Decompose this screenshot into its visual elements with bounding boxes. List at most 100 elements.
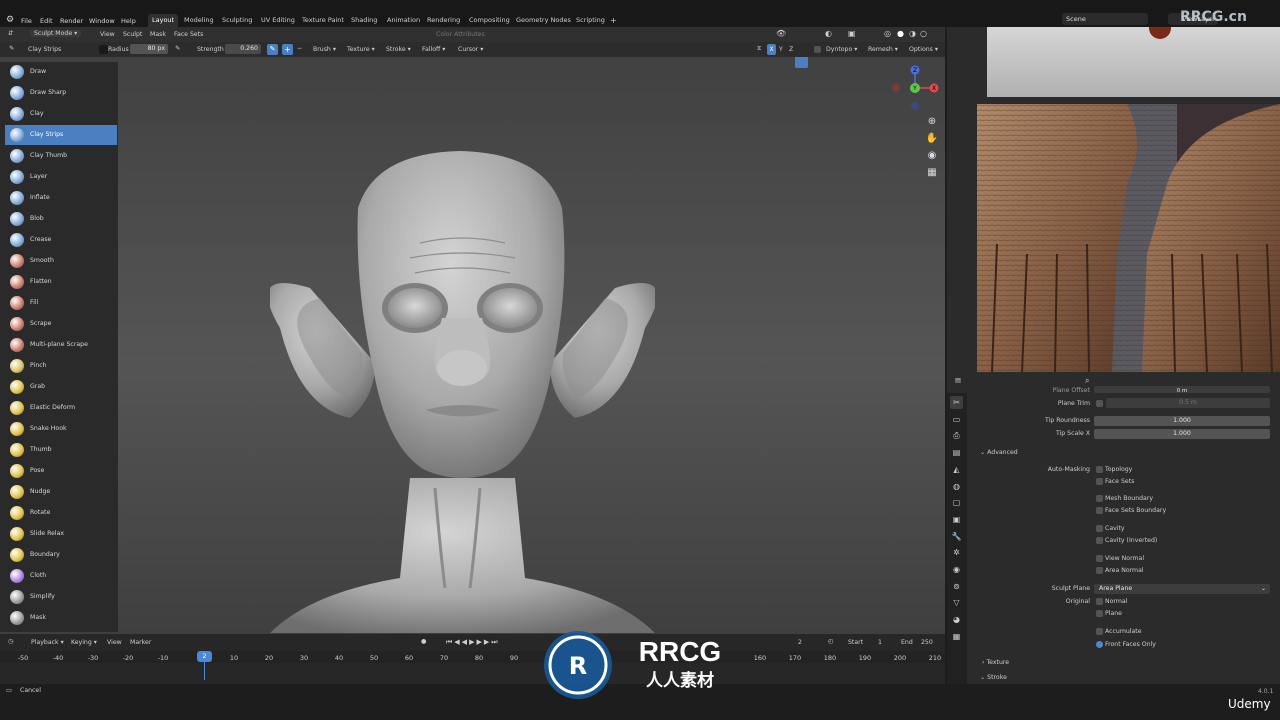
tool-grab[interactable]: Grab xyxy=(5,377,117,397)
tool-clay-strips[interactable]: Clay Strips xyxy=(5,125,117,145)
playback-controls[interactable]: ⏮◀◀▶▶▶⏭ xyxy=(446,638,500,647)
tool-pinch[interactable]: Pinch xyxy=(5,356,117,376)
brush-menu[interactable]: Brush ▾ xyxy=(313,46,336,53)
tab-layout[interactable]: Layout xyxy=(148,14,179,27)
tool-draw-sharp[interactable]: Draw Sharp xyxy=(5,83,117,103)
active-brush-name[interactable]: Clay Strips xyxy=(28,46,61,53)
tool-smooth[interactable]: Smooth xyxy=(5,251,117,271)
tab-uv-editing[interactable]: UV Editing xyxy=(257,14,299,27)
tool-fill[interactable]: Fill xyxy=(5,293,117,313)
tool-layer[interactable]: Layer xyxy=(5,167,117,187)
pan-hand-icon[interactable]: ✋ xyxy=(925,132,939,146)
tab-texture-paint[interactable]: Texture Paint xyxy=(298,14,348,27)
original-plane-checkbox[interactable] xyxy=(1096,610,1103,617)
blender-logo-icon[interactable]: ⚙ xyxy=(6,15,14,25)
texture-panel-header[interactable]: › Texture xyxy=(982,659,1009,666)
tool-icon[interactable]: ✂ xyxy=(950,396,963,409)
tool-slide-relax[interactable]: Slide Relax xyxy=(5,524,117,544)
physics-icon[interactable]: ◉ xyxy=(950,563,963,576)
color-attributes-label[interactable]: Color Attributes xyxy=(436,31,485,38)
menu-window[interactable]: Window xyxy=(89,17,115,25)
cursor-menu[interactable]: Cursor ▾ xyxy=(458,46,483,53)
mask-checkbox[interactable] xyxy=(1096,537,1103,544)
material-icon[interactable]: ◕ xyxy=(950,613,963,626)
constraints-icon[interactable]: ⊚ xyxy=(950,580,963,593)
mask-checkbox[interactable] xyxy=(1096,478,1103,485)
mask-checkbox[interactable] xyxy=(1096,567,1103,574)
wireframe-shading-icon[interactable]: ◎ xyxy=(884,29,891,38)
menu-render[interactable]: Render xyxy=(60,17,83,25)
tip-scale-field[interactable]: 1.000 xyxy=(1094,429,1270,439)
mask-checkbox[interactable] xyxy=(1096,495,1103,502)
tool-crease[interactable]: Crease xyxy=(5,230,117,250)
world-icon[interactable]: ◍ xyxy=(950,480,963,493)
menu-view[interactable]: View xyxy=(100,31,115,38)
scene-icon[interactable]: ◭ xyxy=(950,463,963,476)
advanced-panel-header[interactable]: ⌄ Advanced xyxy=(980,449,1018,456)
mask-checkbox[interactable] xyxy=(1096,507,1103,514)
tool-simplify[interactable]: Simplify xyxy=(5,587,117,607)
tab-rendering[interactable]: Rendering xyxy=(423,14,464,27)
overlay-icon[interactable]: ◐ xyxy=(825,29,832,38)
tool-draw[interactable]: Draw xyxy=(5,62,117,82)
zoom-icon[interactable]: ⊕ xyxy=(925,115,939,129)
modifier-icon[interactable]: 🔧 xyxy=(950,530,963,543)
tool-cloth[interactable]: Cloth xyxy=(5,566,117,586)
tool-rotate[interactable]: Rotate xyxy=(5,503,117,523)
record-button[interactable]: ● xyxy=(421,638,426,645)
symmetry-x-toggle[interactable]: X xyxy=(767,44,776,55)
tool-boundary[interactable]: Boundary xyxy=(5,545,117,565)
menu-face-sets[interactable]: Face Sets xyxy=(174,31,203,38)
tool-elastic-deform[interactable]: Elastic Deform xyxy=(5,398,117,418)
radius-pressure-icon[interactable]: ✎ xyxy=(175,45,180,52)
tool-nudge[interactable]: Nudge xyxy=(5,482,117,502)
object-icon[interactable]: ▣ xyxy=(950,513,963,526)
camera-icon[interactable]: ◉ xyxy=(925,149,939,163)
tab-shading[interactable]: Shading xyxy=(347,14,381,27)
stroke-menu[interactable]: Stroke ▾ xyxy=(386,46,411,53)
options-menu[interactable]: Options ▾ xyxy=(909,46,938,53)
plane-trim-checkbox[interactable] xyxy=(1096,400,1103,407)
symmetry-y-toggle[interactable]: Y xyxy=(779,46,783,53)
marker-menu[interactable]: Marker xyxy=(130,639,151,646)
plane-trim-field[interactable]: 0.5 m xyxy=(1106,398,1270,408)
particles-icon[interactable]: ✲ xyxy=(950,546,963,559)
properties-search-icon[interactable]: ⌕ xyxy=(1085,376,1089,386)
tool-inflate[interactable]: Inflate xyxy=(5,188,117,208)
tool-clay-thumb[interactable]: Clay Thumb xyxy=(5,146,117,166)
tab-modeling[interactable]: Modeling xyxy=(180,14,218,27)
brush-color-swatch[interactable] xyxy=(99,45,108,54)
remesh-menu[interactable]: Remesh ▾ xyxy=(868,46,898,53)
menu-sculpt[interactable]: Sculpt xyxy=(123,31,142,38)
texture-icon[interactable]: ▦ xyxy=(950,630,963,643)
timeline-editor-icon[interactable]: ◷ xyxy=(8,638,13,645)
output-icon[interactable]: ⎙ xyxy=(950,429,963,442)
tool-pose[interactable]: Pose xyxy=(5,461,117,481)
menu-help[interactable]: Help xyxy=(121,17,136,25)
xray-icon[interactable]: ▣ xyxy=(848,29,856,38)
sculpt-plane-dropdown[interactable]: Area Plane ⌄ xyxy=(1094,584,1270,594)
menu-edit[interactable]: Edit xyxy=(40,17,53,25)
tab-animation[interactable]: Animation xyxy=(383,14,424,27)
playhead-line[interactable] xyxy=(204,662,205,680)
playback-menu[interactable]: Playback ▾ xyxy=(31,639,64,646)
grid-view-icon[interactable]: ▦ xyxy=(925,166,939,180)
stroke-panel-header[interactable]: ⌄ Stroke xyxy=(980,674,1007,681)
tool-mask[interactable]: Mask xyxy=(5,608,117,628)
direction-subtract-icon[interactable]: − xyxy=(297,45,302,52)
start-frame-field[interactable]: 1 xyxy=(878,639,882,646)
keying-menu[interactable]: Keying ▾ xyxy=(71,639,97,646)
strength-field[interactable]: 0.260 xyxy=(225,44,261,54)
view-object-types-icon[interactable]: 👁 xyxy=(776,29,786,38)
dyntopo-checkbox[interactable] xyxy=(814,46,821,53)
tool-thumb[interactable]: Thumb xyxy=(5,440,117,460)
navigation-gizmo[interactable]: Z X Y xyxy=(888,62,943,114)
end-frame-field[interactable]: 250 xyxy=(921,639,933,646)
tool-multi-plane-scrape[interactable]: Multi-plane Scrape xyxy=(5,335,117,355)
timeline-view-menu[interactable]: View xyxy=(107,639,122,646)
tab-geometry-nodes[interactable]: Geometry Nodes xyxy=(512,14,575,27)
tab-scripting[interactable]: Scripting xyxy=(572,14,609,27)
playhead-frame-indicator[interactable]: 2 xyxy=(197,651,212,662)
rendered-shading-icon[interactable]: ○ xyxy=(920,29,927,38)
tip-roundness-field[interactable]: 1.000 xyxy=(1094,416,1270,426)
